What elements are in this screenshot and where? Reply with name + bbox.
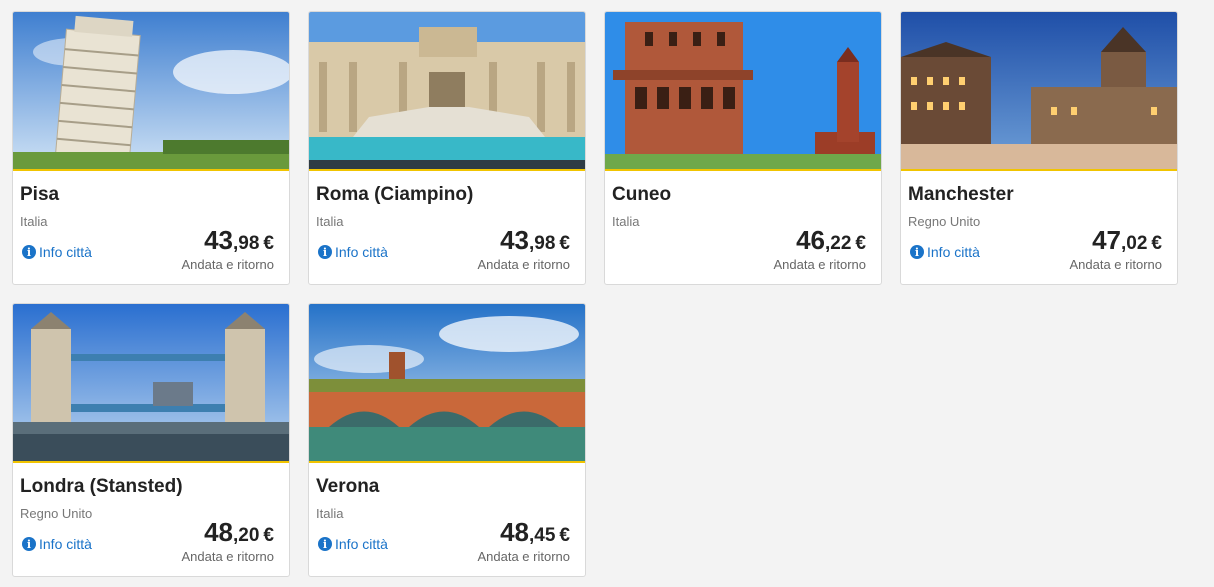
- info-icon: i: [22, 537, 36, 551]
- info-icon: i: [910, 245, 924, 259]
- info-icon: i: [318, 245, 332, 259]
- price-decimal: ,45: [529, 525, 556, 546]
- destination-image[interactable]: [309, 12, 585, 171]
- leaning-tower-of-pisa-image: [13, 12, 289, 169]
- price-currency: €: [559, 233, 570, 254]
- trevi-fountain-image: [309, 12, 585, 169]
- destination-card-roma[interactable]: Roma (Ciampino) Italia i Info città 43,9…: [308, 11, 586, 285]
- city-name: Pisa: [20, 184, 60, 205]
- info-icon: i: [22, 245, 36, 259]
- price-integer: 46: [796, 225, 825, 255]
- price-decimal: ,98: [233, 233, 260, 254]
- city-name: Verona: [316, 476, 380, 497]
- destination-card-verona[interactable]: Verona Italia i Info città 48,45 € Andata…: [308, 303, 586, 577]
- destination-image[interactable]: [13, 304, 289, 463]
- price-currency: €: [263, 233, 274, 254]
- info-city-link[interactable]: i Info città: [910, 244, 980, 260]
- country-name: Regno Unito: [20, 506, 93, 521]
- price-integer: 48: [204, 517, 233, 547]
- destination-card-londra[interactable]: Londra (Stansted) Regno Unito i Info cit…: [12, 303, 290, 577]
- trip-type: Andata e ritorno: [477, 257, 570, 272]
- country-name: Regno Unito: [908, 214, 981, 229]
- country-name: Italia: [612, 214, 640, 229]
- info-icon: i: [318, 537, 332, 551]
- trip-type: Andata e ritorno: [181, 257, 274, 272]
- ponte-pietra-verona-image: [309, 304, 585, 461]
- destination-image[interactable]: [309, 304, 585, 463]
- info-city-label: Info città: [39, 536, 92, 552]
- price-decimal: ,98: [529, 233, 556, 254]
- price-integer: 47: [1092, 225, 1121, 255]
- cuneo-tower-image: [605, 12, 881, 169]
- price: 47,02 €: [1092, 225, 1162, 256]
- trip-type: Andata e ritorno: [181, 549, 274, 564]
- country-name: Italia: [316, 506, 344, 521]
- info-city-link[interactable]: i Info città: [318, 536, 388, 552]
- info-city-label: Info città: [335, 536, 388, 552]
- price: 48,45 €: [500, 517, 570, 548]
- destination-image[interactable]: [901, 12, 1177, 171]
- price: 43,98 €: [204, 225, 274, 256]
- destination-card-manchester[interactable]: Manchester Regno Unito i Info città 47,0…: [900, 11, 1178, 285]
- destination-card-pisa[interactable]: Pisa Italia i Info città 43,98 € Andata e…: [12, 11, 290, 285]
- destination-image[interactable]: [13, 12, 289, 171]
- price-currency: €: [559, 525, 570, 546]
- city-name: Manchester: [908, 184, 1014, 205]
- price-integer: 48: [500, 517, 529, 547]
- city-name: Londra (Stansted): [20, 476, 183, 497]
- destination-card-cuneo[interactable]: Cuneo Italia 46,22 € Andata e ritorno: [604, 11, 882, 285]
- trip-type: Andata e ritorno: [477, 549, 570, 564]
- info-city-label: Info città: [39, 244, 92, 260]
- manchester-town-hall-image: [901, 12, 1177, 169]
- info-city-link[interactable]: i Info città: [22, 536, 92, 552]
- city-name: Roma (Ciampino): [316, 184, 474, 205]
- destination-image[interactable]: [605, 12, 881, 171]
- info-city-link[interactable]: i Info città: [318, 244, 388, 260]
- country-name: Italia: [20, 214, 48, 229]
- trip-type: Andata e ritorno: [773, 257, 866, 272]
- info-city-link[interactable]: i Info città: [22, 244, 92, 260]
- price: 43,98 €: [500, 225, 570, 256]
- price: 46,22 €: [796, 225, 866, 256]
- tower-bridge-image: [13, 304, 289, 461]
- info-city-label: Info città: [927, 244, 980, 260]
- country-name: Italia: [316, 214, 344, 229]
- price-currency: €: [855, 233, 866, 254]
- price-decimal: ,02: [1121, 233, 1148, 254]
- info-city-label: Info città: [335, 244, 388, 260]
- price-decimal: ,22: [825, 233, 852, 254]
- price: 48,20 €: [204, 517, 274, 548]
- price-decimal: ,20: [233, 525, 260, 546]
- price-integer: 43: [204, 225, 233, 255]
- price-currency: €: [263, 525, 274, 546]
- trip-type: Andata e ritorno: [1069, 257, 1162, 272]
- destinations-grid: Pisa Italia i Info città 43,98 € Andata e…: [0, 0, 1214, 587]
- city-name: Cuneo: [612, 184, 672, 205]
- price-integer: 43: [500, 225, 529, 255]
- price-currency: €: [1151, 233, 1162, 254]
